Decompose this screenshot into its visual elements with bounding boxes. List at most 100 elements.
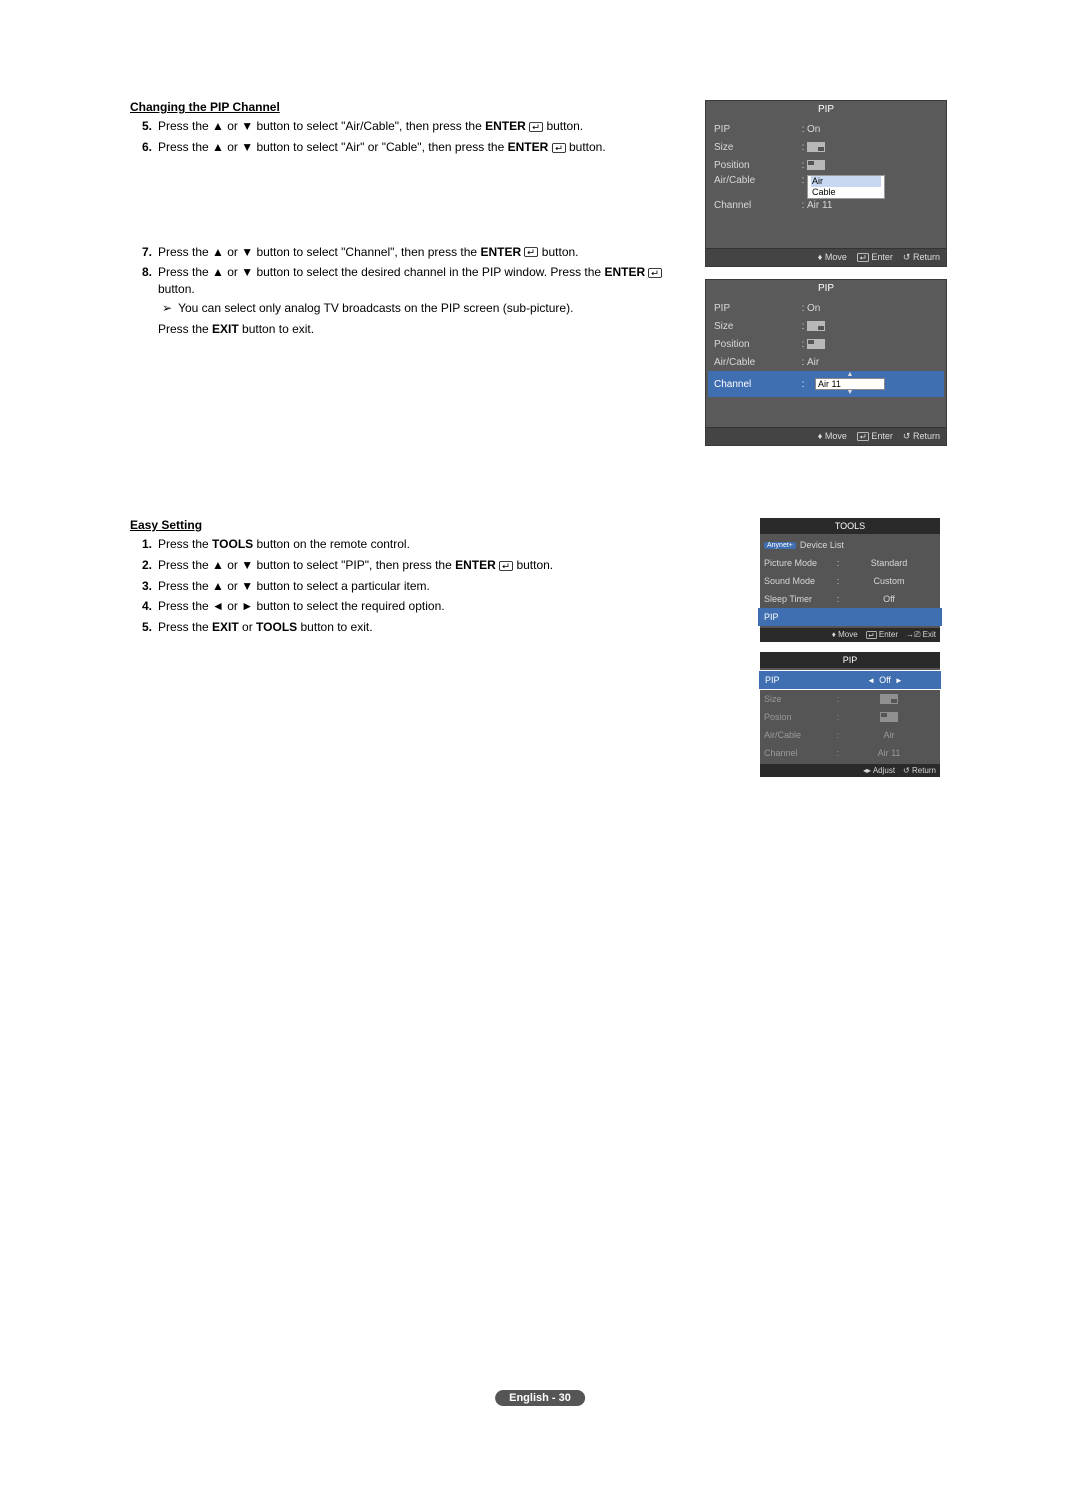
osd-hint-adjust: ◂▸ Adjust — [863, 766, 895, 775]
exit-line: Press the EXIT button to exit. — [158, 321, 685, 338]
note-text: You can select only analog TV broadcasts… — [178, 300, 573, 317]
osd-footer: ♦ Move Enter →⎚ Exit — [760, 628, 940, 642]
osd-title: PIP — [706, 280, 946, 297]
osd-value — [842, 712, 936, 723]
osd-row-aircable[interactable]: Air/Cable:Air — [714, 353, 938, 371]
section-title-easy-setting: Easy Setting — [130, 518, 685, 532]
pip-row-position[interactable]: Posion: — [764, 708, 936, 726]
osd-footer: ♦ Move Enter ↺ Return — [706, 248, 946, 266]
osd-hint-enter: Enter — [857, 252, 893, 263]
osd-label: Picture Mode — [764, 558, 834, 568]
osd-row-size[interactable]: Size: — [714, 138, 938, 156]
step-num: 3. — [130, 578, 152, 595]
osd-panel-tools: TOOLS Anynet+ Device List Picture Mode:S… — [760, 518, 940, 642]
osd-value: Standard — [842, 558, 936, 568]
size-icon — [807, 321, 825, 331]
position-icon — [807, 339, 825, 349]
pip-row-channel[interactable]: Channel:Air 11 — [764, 744, 936, 762]
left-arrow-icon[interactable]: ◄ — [867, 676, 875, 685]
osd-value: On — [807, 124, 938, 135]
step-num: 7. — [130, 244, 152, 261]
step-text-tail: button. — [158, 282, 195, 296]
step-text-tail: button. — [543, 119, 583, 133]
osd-label: Posion — [764, 712, 834, 722]
enter-icon — [529, 122, 543, 132]
tools-device-list[interactable]: Anynet+ Device List — [764, 536, 936, 554]
pip-row-size[interactable]: Size: — [764, 690, 936, 708]
size-icon — [807, 142, 825, 152]
pip-off-value: Off — [879, 675, 891, 685]
step-note: ➢ You can select only analog TV broadcas… — [158, 300, 685, 317]
step-text: Press the — [158, 537, 212, 551]
enter-icon — [648, 268, 662, 278]
tools-pip[interactable]: PIP — [758, 608, 942, 626]
osd-hint-move: ♦ Move — [818, 252, 847, 263]
osd-label: Air/Cable — [714, 175, 799, 186]
osd-value — [842, 694, 936, 705]
channel-spinner[interactable]: ▲ ▼ — [815, 372, 885, 396]
tools-label: TOOLS — [256, 620, 297, 634]
spinner-down-icon[interactable]: ▼ — [847, 390, 854, 396]
dropdown-option-cable[interactable]: Cable — [811, 187, 881, 198]
section-title-pip-channel: Changing the PIP Channel — [130, 100, 685, 114]
exit-label: EXIT — [212, 620, 239, 634]
enter-label: ENTER — [508, 140, 549, 154]
osd-value: Air — [842, 730, 936, 740]
step-6: 6. Press the ▲ or ▼ button to select "Ai… — [158, 139, 685, 156]
osd-hint-return: ↺ Return — [903, 431, 940, 442]
osd-row-position[interactable]: Position: — [714, 156, 938, 174]
aircable-dropdown[interactable]: Air Cable — [807, 175, 885, 199]
step-text: Press the ▲ or ▼ button to select a part… — [158, 579, 430, 593]
osd-value: Custom — [842, 576, 936, 586]
osd-label: Size — [714, 142, 799, 153]
osd-hint-move: ♦ Move — [818, 431, 847, 442]
osd-label: Position — [714, 160, 799, 171]
step-num: 6. — [130, 139, 152, 156]
osd-value: On — [807, 303, 938, 314]
tools-sleep-timer[interactable]: Sleep Timer:Off — [764, 590, 936, 608]
step-8: 8. Press the ▲ or ▼ button to select the… — [158, 264, 685, 337]
osd-row-position[interactable]: Position: — [714, 335, 938, 353]
step-num: 5. — [130, 619, 152, 636]
osd-value[interactable]: ◄ Off ► — [835, 675, 935, 685]
osd-value: Off — [842, 594, 936, 604]
osd-hint-enter: Enter — [866, 630, 898, 640]
enter-label: ENTER — [485, 119, 526, 133]
right-arrow-icon[interactable]: ► — [895, 676, 903, 685]
step-text: Press the ▲ or ▼ button to select "Chann… — [158, 245, 480, 259]
osd-value — [807, 142, 938, 153]
osd-panel-pip-channel: PIP PIP:On Size: Position: Air/Cable:Air — [705, 279, 947, 446]
tools-picture-mode[interactable]: Picture Mode:Standard — [764, 554, 936, 572]
osd-label: Device List — [800, 540, 844, 550]
size-icon — [880, 694, 898, 704]
updown-icon: ♦ — [832, 630, 836, 639]
pip-row-aircable[interactable]: Air/Cable:Air — [764, 726, 936, 744]
updown-icon: ♦ — [818, 431, 823, 441]
osd-label: PIP — [765, 675, 835, 685]
step-7: 7. Press the ▲ or ▼ button to select "Ch… — [158, 244, 685, 261]
osd-value — [807, 321, 938, 332]
step-num: 1. — [130, 536, 152, 553]
step-text-tail: button. — [566, 140, 606, 154]
osd-label: Sound Mode — [764, 576, 834, 586]
tools-sound-mode[interactable]: Sound Mode:Custom — [764, 572, 936, 590]
position-icon — [807, 160, 825, 170]
osd-label: Position — [714, 339, 799, 350]
exit-icon: →⎚ — [906, 630, 920, 640]
osd-label: Channel — [764, 748, 834, 758]
osd-value: Air — [807, 357, 938, 368]
osd-value: Air 11 — [807, 200, 938, 211]
osd-row-size[interactable]: Size: — [714, 317, 938, 335]
osd-row-channel[interactable]: Channel: ▲ ▼ — [708, 371, 944, 397]
exit-text-c: button to exit. — [239, 322, 314, 336]
osd-label: Size — [714, 321, 799, 332]
step-text: Press the ▲ or ▼ button to select the de… — [158, 265, 604, 279]
dropdown-option-air[interactable]: Air — [811, 176, 881, 187]
pip-row-pip[interactable]: PIP ◄ Off ► — [758, 670, 942, 690]
enter-icon — [524, 247, 538, 257]
osd-row-pip[interactable]: PIP:On — [714, 299, 938, 317]
step-5: 5. Press the ▲ or ▼ button to select "Ai… — [158, 118, 685, 135]
osd-row-pip[interactable]: PIP:On — [714, 120, 938, 138]
step-num: 5. — [130, 118, 152, 135]
return-icon: ↺ — [903, 431, 911, 442]
